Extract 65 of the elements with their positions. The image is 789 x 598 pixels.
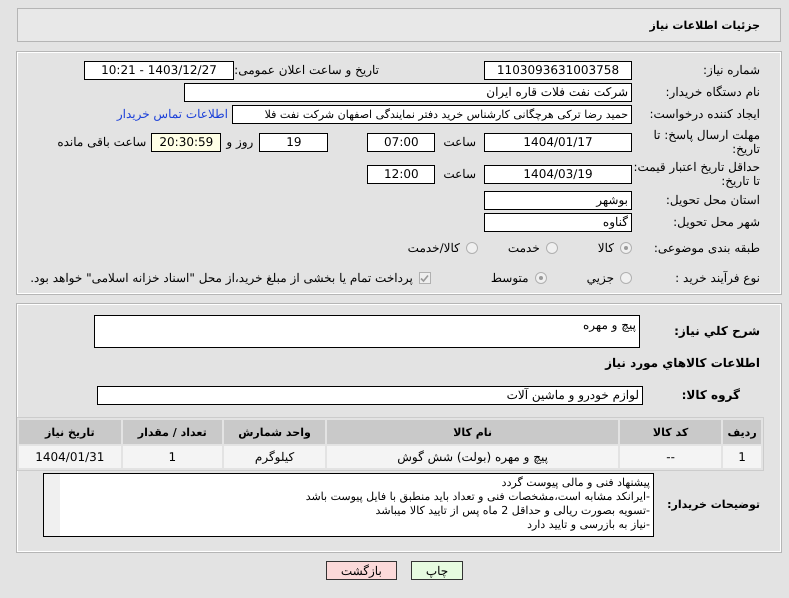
column-header: نام کالا — [327, 420, 618, 444]
date-field: 1404/03/19 — [484, 164, 632, 184]
table-cell: 1 — [723, 446, 761, 468]
checkbox[interactable] — [418, 272, 431, 284]
back-button[interactable]: بازگشت — [326, 561, 397, 580]
field-label: تاریخ و ساعت اعلان عمومی: — [234, 63, 380, 77]
option-label: خدمت — [508, 241, 540, 255]
description-area: پیچ و مهره — [94, 314, 640, 348]
field-label: شهر محل تحویل: — [672, 215, 760, 229]
option-label: کالا — [598, 241, 614, 255]
note-line: -ایرانکد مشابه است،مشخصات فنی و تعداد باید منطبق با فایل پیوست باشد — [304, 490, 650, 504]
column-header: ردیف — [723, 420, 761, 444]
option-label: کالا/خدمت — [408, 241, 460, 255]
province-field: بوشهر — [484, 190, 632, 210]
field-label: نام دستگاه خریدار: — [664, 85, 760, 99]
scrollbar[interactable] — [44, 474, 60, 536]
section-heading: اطلاعات کالاهاي مورد نیاز — [605, 356, 760, 370]
radio-button[interactable] — [620, 272, 632, 284]
page-title: جزئیات اطلاعات نیاز — [650, 18, 760, 32]
city-field: گناوه — [484, 212, 632, 232]
radio-button[interactable] — [546, 242, 558, 254]
field-label: ایجاد کننده درخواست: — [648, 107, 760, 121]
radio-button[interactable] — [534, 272, 547, 284]
group-field: لوازم خودرو و ماشین آلات — [97, 386, 643, 404]
remaining-time-field: 20:30:59 — [151, 132, 222, 152]
radio-button[interactable] — [466, 242, 478, 254]
days-field: 19 — [259, 132, 328, 152]
print-button[interactable]: چاپ — [410, 561, 464, 580]
time-label: ساعت — [443, 135, 476, 149]
date-field: 1404/01/17 — [484, 132, 632, 152]
creator-field: حمید رضا ترکی هرچگانی کارشناس خرید دفتر نمایندگی اصفهان شرکت نفت فلا — [232, 104, 632, 124]
column-header: تاریخ نیاز — [19, 420, 121, 444]
field-label: شرح کلي نیاز: — [673, 324, 760, 338]
option-label: متوسط — [490, 271, 529, 285]
column-header: تعداد / مقدار — [122, 420, 222, 444]
field-label: توضیحات خریدار: — [666, 498, 760, 512]
time-label: ساعت — [443, 167, 476, 181]
radio-button[interactable] — [620, 242, 632, 254]
note-line: -نیاز به بازرسی و تایید دارد — [526, 518, 650, 532]
table-cell: 1404/01/31 — [19, 446, 121, 468]
remaining-label: ساعت باقی مانده — [57, 135, 146, 149]
field-label: مهلت ارسال پاسخ: تا تاریخ: — [652, 128, 760, 156]
column-header: کد کالا — [620, 420, 722, 444]
column-header: واحد شمارش — [224, 420, 326, 444]
table-cell: کیلوگرم — [224, 446, 326, 468]
table-cell: -- — [620, 446, 722, 468]
field-label: طبقه بندی موضوعی: — [652, 241, 760, 255]
table-cell: 1 — [122, 446, 222, 468]
days-label: روز و — [226, 135, 254, 149]
field-label: استان محل تحویل: — [664, 193, 760, 207]
time-field: 07:00 — [367, 132, 436, 152]
time-field: 12:00 — [367, 164, 436, 184]
field-label: گروه کالا: — [680, 388, 741, 402]
checkbox-label: پرداخت تمام یا بخشی از مبلغ خرید،از محل "اسناد خزانه اسلامی" خواهد بود. — [30, 271, 413, 285]
table-cell: پیچ و مهره (بولت) شش گوش — [327, 446, 618, 468]
need-number-field: 1103093631003758 — [484, 60, 632, 80]
buyer-field: شرکت نفت فلات قاره ایران — [184, 82, 632, 102]
field-label: حداقل تاریخ اعتبار قیمت: تا تاریخ: — [632, 160, 760, 188]
note-line: پیشنهاد فنی و مالی پیوست گردد — [500, 476, 650, 490]
announce-date-field: 1403/12/27 - 10:21 — [84, 60, 234, 80]
option-label: جزیي — [586, 271, 614, 285]
field-label: شماره نیاز: — [702, 63, 760, 77]
contact-link[interactable]: اطلاعات تماس خریدار — [116, 107, 228, 121]
field-label: نوع فرآیند خرید : — [674, 271, 760, 285]
note-line: -تسویه بصورت ریالی و حداقل 2 ماه پس از تایید کالا میباشد — [374, 504, 650, 518]
